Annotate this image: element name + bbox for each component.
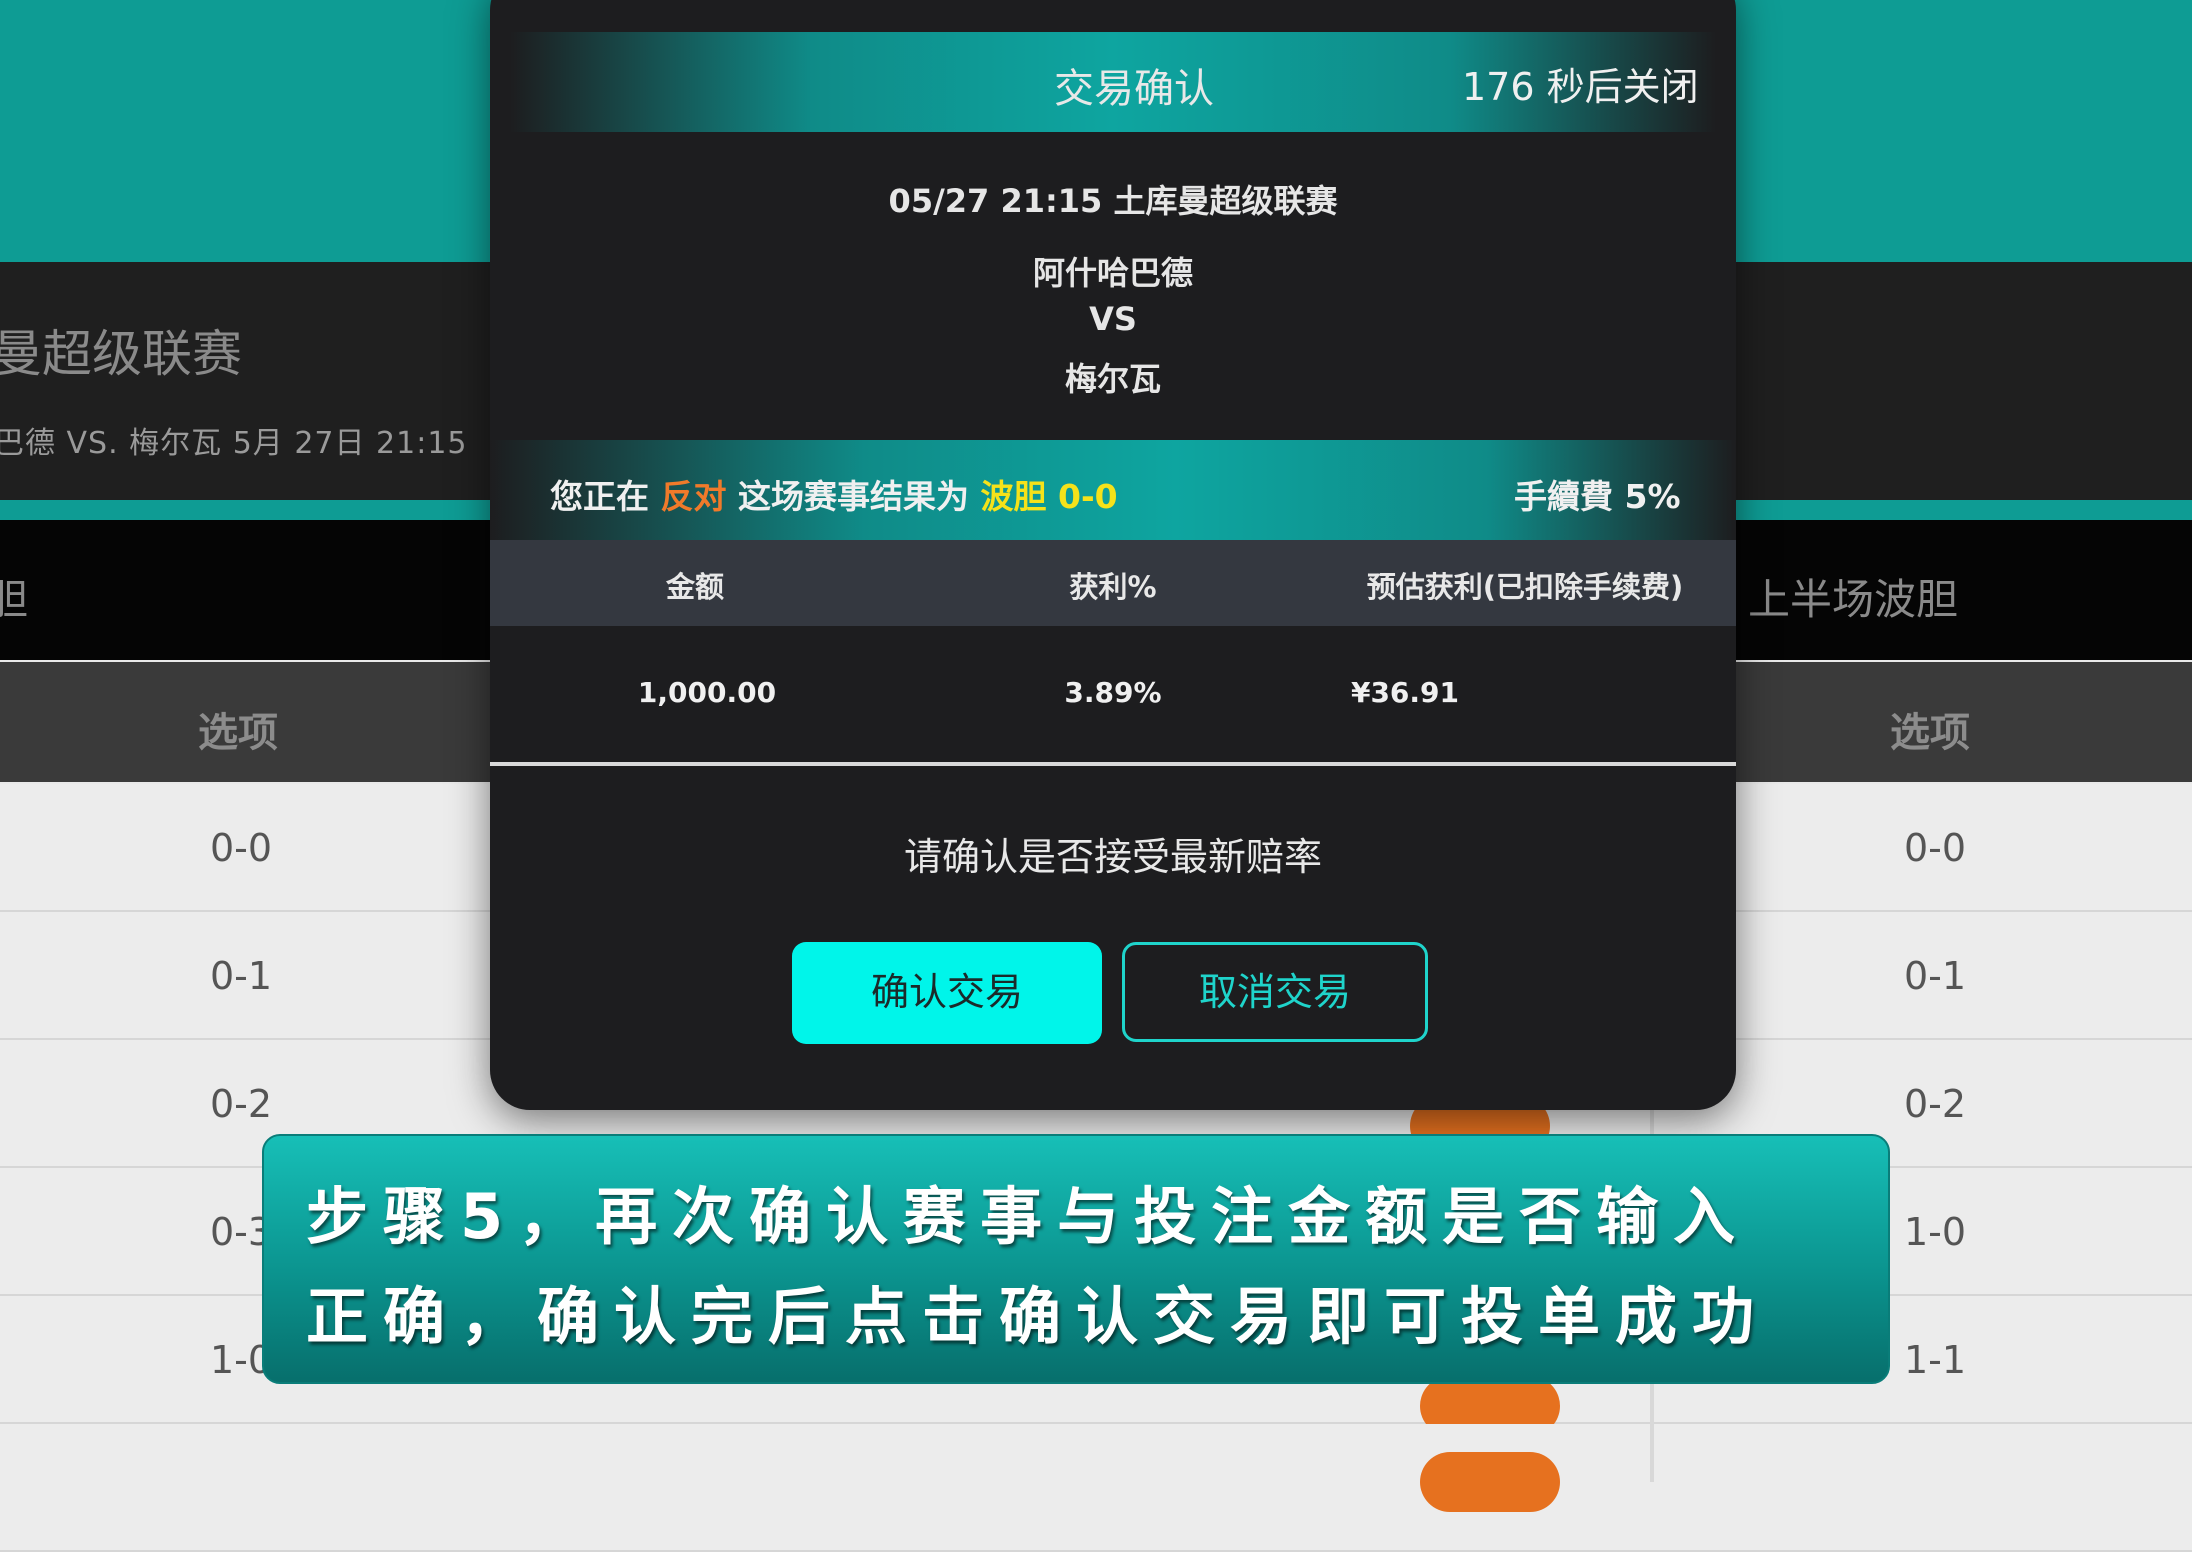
- bet-summary-strip: 您正在 反对 这场赛事结果为 波胆 0-0 手續費 5%: [490, 440, 1736, 540]
- tutorial-caption: 步骤5，再次确认赛事与投注金额是否输入 正确，确认完后点击确认交易即可投单成功: [262, 1134, 1890, 1384]
- option-label: 0-1: [210, 954, 273, 998]
- th-profit-percent: 获利%: [1069, 570, 1157, 604]
- option-label: 0-2: [1904, 1082, 1967, 1126]
- bet-market: 波胆: [980, 477, 1047, 516]
- bet-table-header: 金额 获利% 预估获利(已扣除手续费): [490, 540, 1736, 626]
- bet-middle: 这场赛事结果为: [738, 477, 969, 516]
- option-label: 0-0: [210, 826, 273, 870]
- match-subtitle: 巴德 VS. 梅尔瓦 5月 27日 21:15: [0, 426, 468, 461]
- countdown-timer: 176 秒后关闭: [1462, 65, 1699, 109]
- odds-button[interactable]: [1420, 1452, 1560, 1512]
- league-title: 曼超级联赛: [0, 325, 242, 383]
- market-tab-first-half[interactable]: 上半场波胆: [1748, 566, 1958, 627]
- bet-summary: 您正在 反对 这场赛事结果为 波胆 0-0: [550, 470, 1118, 518]
- option-label: 0-0: [1904, 826, 1967, 870]
- td-amount: 1,000.00: [637, 676, 777, 709]
- fee-label: 手續費 5%: [1514, 477, 1681, 516]
- th-amount: 金额: [665, 570, 724, 604]
- td-profit-percent: 3.89%: [1064, 676, 1162, 709]
- option-label: 0-1: [1904, 954, 1967, 998]
- option-label: 1-1: [1904, 1338, 1967, 1382]
- match-datetime-league: 05/27 21:15 土库曼超级联赛: [888, 182, 1338, 220]
- dialog-header: 交易确认 176 秒后关闭: [510, 32, 1716, 132]
- table-row[interactable]: [0, 1424, 2192, 1552]
- market-tab-full-time[interactable]: 胆: [0, 566, 28, 627]
- trade-confirm-dialog: 交易确认 176 秒后关闭 05/27 21:15 土库曼超级联赛 阿什哈巴德 …: [490, 0, 1736, 1110]
- cancel-trade-button[interactable]: 取消交易: [1122, 942, 1428, 1042]
- odds-confirm-prompt: 请确认是否接受最新赔率: [903, 835, 1322, 879]
- option-label: 0-2: [210, 1082, 273, 1126]
- bet-score: 0-0: [1058, 477, 1118, 516]
- th-estimated-profit: 预估获利(已扣除手续费): [1366, 570, 1684, 604]
- bet-prefix: 您正在: [550, 477, 649, 516]
- col-header-option-right: 选项: [1890, 710, 1970, 756]
- confirm-trade-button[interactable]: 确认交易: [792, 942, 1102, 1044]
- table-divider: [490, 762, 1736, 766]
- away-team: 梅尔瓦: [1064, 360, 1161, 398]
- vs-label: VS: [1089, 300, 1137, 338]
- caption-line-1: 步骤5，再次确认赛事与投注金额是否输入: [306, 1180, 1751, 1253]
- dialog-title: 交易确认: [1054, 66, 1214, 112]
- td-estimated-profit: ¥36.91: [1350, 676, 1460, 709]
- option-label: 1-0: [1904, 1210, 1967, 1254]
- home-team: 阿什哈巴德: [1032, 254, 1193, 292]
- caption-line-2: 正确，确认完后点击确认交易即可投单成功: [306, 1280, 1770, 1353]
- col-header-option-left: 选项: [198, 710, 278, 756]
- bet-side: 反对: [660, 477, 727, 516]
